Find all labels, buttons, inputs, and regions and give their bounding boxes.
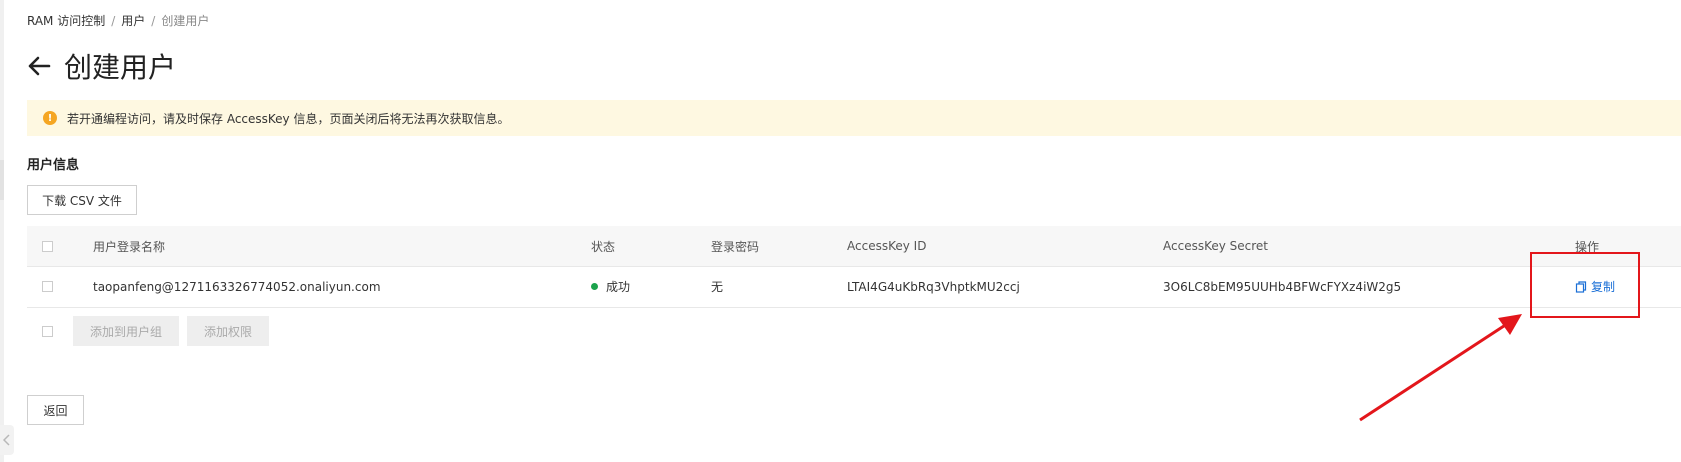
back-button[interactable]: 返回 bbox=[27, 395, 84, 425]
sidebar-collapse-handle[interactable] bbox=[0, 425, 14, 455]
table-header: 用户登录名称 状态 登录密码 AccessKey ID AccessKey Se… bbox=[27, 226, 1681, 267]
accesskey-id: LTAI4G4uKbRq3VhptkMU2ccj bbox=[847, 279, 1020, 294]
status-cell: 成功 bbox=[591, 266, 630, 307]
column-header-accesskey-secret: AccessKey Secret bbox=[1163, 239, 1269, 253]
row-checkbox[interactable] bbox=[42, 281, 53, 292]
breadcrumb-root[interactable]: RAM 访问控制 bbox=[27, 14, 105, 28]
table-row: taopanfeng@1271163326774052.onaliyun.com… bbox=[27, 266, 1681, 308]
batch-checkbox-cell bbox=[42, 307, 53, 355]
breadcrumb-separator: / bbox=[151, 14, 156, 28]
status-text: 成功 bbox=[606, 280, 631, 294]
batch-action-bar bbox=[27, 307, 1681, 355]
annotation-highlight-box bbox=[1530, 252, 1640, 318]
column-header-accesskey-id: AccessKey ID bbox=[847, 239, 927, 253]
alert-text: 若开通编程访问，请及时保存 AccessKey 信息，页面关闭后将无法再次获取信… bbox=[67, 111, 510, 126]
user-login-name: taopanfeng@1271163326774052.onaliyun.com bbox=[93, 279, 381, 294]
batch-select-checkbox[interactable] bbox=[42, 325, 53, 337]
breadcrumb-users[interactable]: 用户 bbox=[121, 14, 145, 28]
breadcrumb-current: 创建用户 bbox=[161, 14, 210, 28]
column-header-name: 用户登录名称 bbox=[93, 239, 166, 254]
add-permission-button[interactable]: 添加权限 bbox=[187, 316, 269, 346]
status-success-dot bbox=[591, 283, 598, 290]
left-rail bbox=[0, 0, 4, 462]
login-password: 无 bbox=[711, 280, 724, 294]
header-checkbox-cell bbox=[42, 226, 53, 266]
download-csv-button[interactable]: 下载 CSV 文件 bbox=[27, 185, 137, 215]
warning-icon: ! bbox=[43, 111, 57, 125]
add-to-group-button[interactable]: 添加到用户组 bbox=[73, 316, 179, 346]
rail-notch bbox=[0, 160, 4, 200]
warning-alert: ! 若开通编程访问，请及时保存 AccessKey 信息，页面关闭后将无法再次获… bbox=[27, 100, 1681, 136]
breadcrumb-separator: / bbox=[111, 14, 116, 28]
breadcrumb: RAM 访问控制 / 用户 / 创建用户 bbox=[27, 12, 209, 29]
page-header: 创建用户 bbox=[26, 46, 176, 86]
column-header-status: 状态 bbox=[591, 239, 616, 254]
accesskey-secret: 3O6LC8bEM95UUHb4BFWcFYXz4iW2g5 bbox=[1163, 279, 1402, 294]
arrow-left-icon[interactable] bbox=[26, 53, 52, 79]
column-header-password: 登录密码 bbox=[711, 239, 760, 254]
row-checkbox-cell bbox=[42, 266, 53, 307]
chevron-left-icon bbox=[3, 434, 10, 446]
page-title: 创建用户 bbox=[64, 51, 177, 84]
section-title: 用户信息 bbox=[27, 158, 80, 173]
select-all-checkbox[interactable] bbox=[42, 240, 53, 252]
